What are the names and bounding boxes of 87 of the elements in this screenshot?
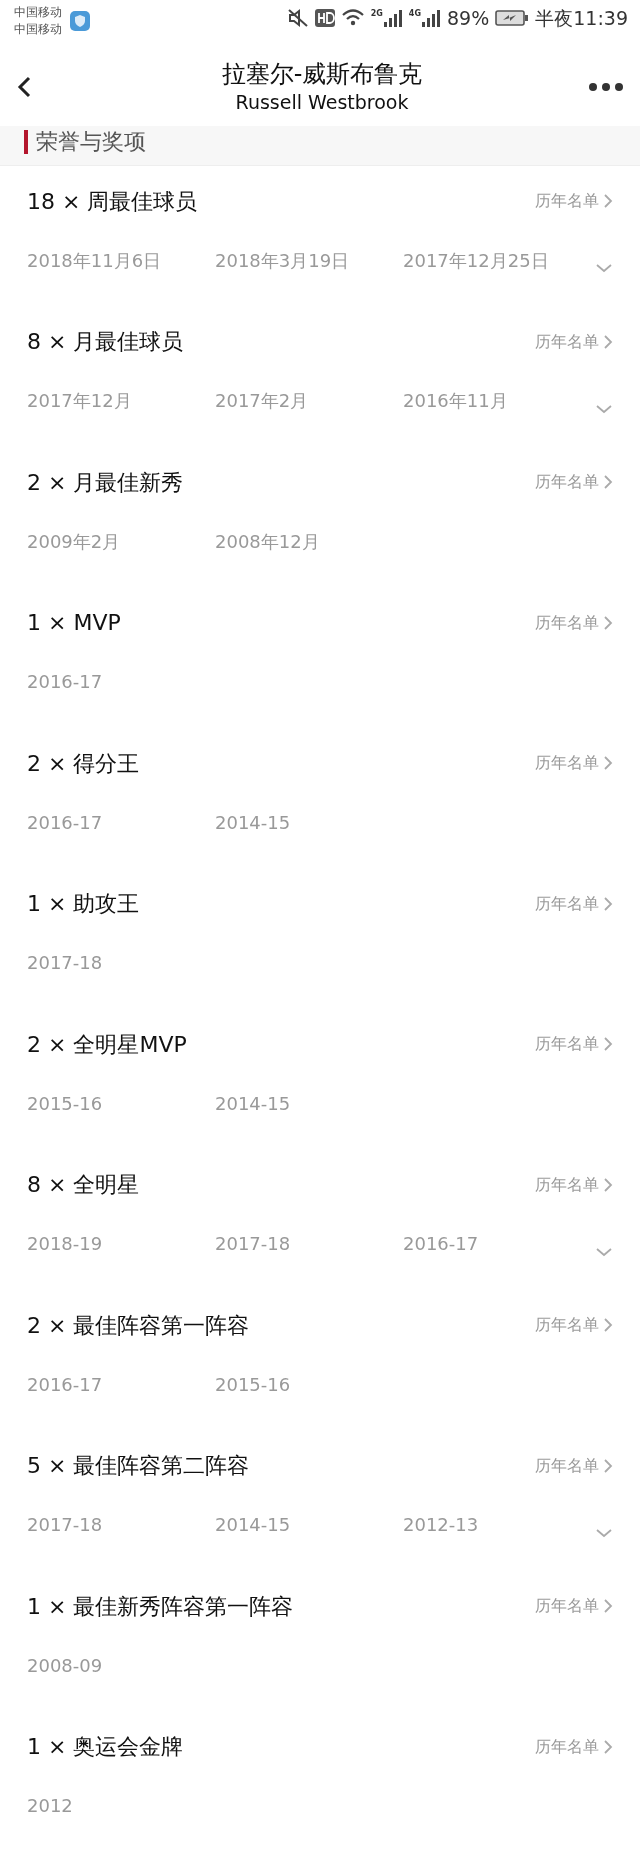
section-title: 荣誉与奖项 — [36, 128, 146, 156]
award-date: 2008年12月 — [215, 529, 321, 554]
award-date: 2016-17 — [27, 810, 104, 835]
back-icon — [16, 75, 32, 99]
award-date: 2014-15 — [215, 1513, 292, 1537]
award-date: 2008-09 — [27, 1653, 104, 1678]
award-title: 8 × 月最佳球员 — [27, 328, 184, 356]
history-list-link[interactable]: 历年名单 — [535, 751, 613, 775]
chevron-right-icon — [603, 473, 613, 491]
mute-icon — [286, 8, 309, 29]
carrier-label: 中国移动 — [14, 21, 62, 38]
award-date: 2014-15 — [215, 810, 292, 835]
history-list-link[interactable]: 历年名单 — [535, 1594, 613, 1618]
award-date: 2018年11月6日 — [27, 248, 163, 273]
chevron-down-icon — [595, 1527, 613, 1538]
expand-button[interactable] — [595, 263, 613, 273]
chevron-right-icon — [603, 1737, 613, 1756]
award-date: 2017-18 — [27, 951, 104, 975]
chevron-right-icon — [603, 1175, 613, 1194]
award-date: 2012 — [27, 1794, 74, 1818]
award-title: 2 × 全明星MVP — [27, 1030, 187, 1059]
award-date: 2016-17 — [27, 670, 104, 694]
chevron-right-icon — [603, 192, 613, 210]
award-date: 2016年11月 — [403, 389, 509, 413]
award-date: 2012-13 — [403, 1513, 480, 1537]
award-date: 2016-17 — [403, 1232, 480, 1256]
award-title: 2 × 得分王 — [27, 749, 140, 778]
award-title: 1 × 助攻王 — [27, 890, 140, 918]
chevron-down-icon — [595, 403, 613, 414]
award-date: 2009年2月 — [27, 529, 122, 554]
battery-icon — [495, 9, 530, 28]
network-type-label: 4G — [408, 8, 421, 21]
clock-time: 半夜11:39 — [535, 6, 628, 31]
award-date: 2016-17 — [27, 1372, 104, 1397]
carrier-label: 中国移动 — [14, 4, 62, 21]
chevron-right-icon — [603, 1316, 613, 1334]
history-list-link[interactable]: 历年名单 — [535, 1032, 613, 1056]
award-title: 18 × 周最佳球员 — [27, 187, 198, 216]
signal-icon — [382, 8, 403, 29]
award-date: 2015-16 — [215, 1372, 292, 1397]
history-list-link[interactable]: 历年名单 — [535, 470, 613, 494]
page-title: 拉塞尔-威斯布鲁克 — [220, 59, 424, 89]
chevron-right-icon — [603, 1597, 613, 1615]
award-date: 2017-18 — [27, 1513, 104, 1537]
award-title: 2 × 月最佳新秀 — [27, 468, 184, 497]
expand-button[interactable] — [595, 1246, 613, 1257]
chevron-down-icon — [595, 263, 613, 273]
award-date: 2018年3月19日 — [215, 248, 351, 273]
signal-icon — [421, 8, 441, 29]
award-title: 1 × MVP — [27, 609, 121, 637]
history-list-link[interactable]: 历年名单 — [535, 329, 613, 354]
expand-button[interactable] — [595, 1527, 613, 1538]
award-date: 2017年2月 — [215, 389, 310, 413]
more-button[interactable] — [588, 82, 624, 92]
chevron-right-icon — [603, 1035, 613, 1053]
history-list-link[interactable]: 历年名单 — [535, 1734, 613, 1759]
award-title: 5 × 最佳阵容第二阵容 — [27, 1452, 250, 1480]
award-title: 1 × 最佳新秀阵容第一阵容 — [27, 1592, 294, 1621]
shield-icon — [70, 11, 90, 31]
award-date: 2015-16 — [27, 1091, 104, 1116]
chevron-right-icon — [603, 894, 613, 913]
award-date: 2017-18 — [215, 1232, 292, 1256]
expand-button[interactable] — [595, 403, 613, 414]
chevron-right-icon — [603, 754, 613, 772]
chevron-right-icon — [603, 1456, 613, 1475]
history-list-link[interactable]: 历年名单 — [535, 1172, 613, 1197]
page-subtitle: Russell Westbrook — [234, 90, 410, 115]
chevron-right-icon — [603, 332, 613, 351]
award-date: 2017年12月 — [27, 389, 133, 413]
award-title: 1 × 奥运会金牌 — [27, 1733, 184, 1761]
network-type-label: 2G — [370, 8, 383, 21]
award-date: 2017年12月25日 — [403, 248, 550, 273]
more-icon — [588, 82, 624, 92]
award-title: 8 × 全明星 — [27, 1171, 140, 1199]
award-date: 2018-19 — [27, 1232, 104, 1256]
award-title: 2 × 最佳阵容第一阵容 — [27, 1311, 250, 1340]
history-list-link[interactable]: 历年名单 — [535, 610, 613, 635]
history-list-link[interactable]: 历年名单 — [535, 189, 613, 213]
battery-percent: 89% — [447, 6, 490, 31]
history-list-link[interactable]: 历年名单 — [535, 1453, 613, 1478]
chevron-right-icon — [603, 613, 613, 632]
section-accent-bar — [24, 130, 28, 154]
history-list-link[interactable]: 历年名单 — [535, 891, 613, 916]
chevron-down-icon — [595, 1246, 613, 1257]
award-date: 2014-15 — [215, 1091, 292, 1116]
hd-icon — [314, 9, 335, 28]
history-list-link[interactable]: 历年名单 — [535, 1313, 613, 1337]
